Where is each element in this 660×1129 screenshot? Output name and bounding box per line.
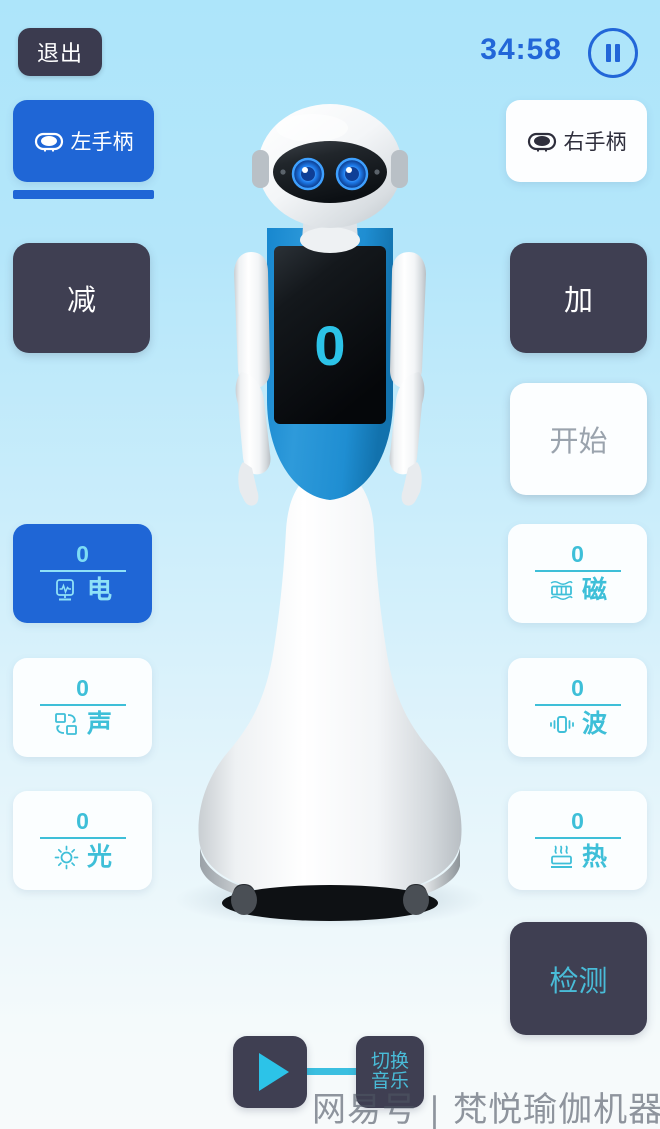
sensor-value: 0 <box>76 808 89 834</box>
watermark: 网易号 | 梵悦瑜伽机器人 <box>312 1090 660 1129</box>
play-button[interactable] <box>233 1036 307 1108</box>
play-icon <box>259 1053 289 1091</box>
sensor-card-heat[interactable]: 0 热 <box>508 791 647 890</box>
magnet-icon <box>550 581 573 600</box>
sensor-row: 热 <box>534 837 621 871</box>
sensor-card-light[interactable]: 0 光 <box>13 791 152 890</box>
sensor-label: 波 <box>581 710 607 738</box>
decrease-button-label: 减 <box>66 285 96 317</box>
sensor-row: 磁 <box>534 570 621 604</box>
gamepad-icon <box>527 132 556 152</box>
switch-music-label-line1: 切换 <box>370 1051 409 1073</box>
sensor-value: 0 <box>571 675 584 701</box>
pause-icon <box>606 44 611 62</box>
sound-icon <box>55 713 77 735</box>
sensor-card-magnetic[interactable]: 0 磁 <box>508 524 647 623</box>
left-handle-active-indicator <box>13 190 154 199</box>
start-button[interactable]: 开始 <box>510 383 647 495</box>
robot-chest-value: 0 <box>314 314 345 377</box>
increase-button[interactable]: 加 <box>510 243 647 353</box>
session-timer: 34:58 <box>480 33 562 66</box>
sensor-label: 声 <box>86 710 112 738</box>
start-button-label: 开始 <box>549 426 608 458</box>
pause-icon <box>615 44 620 62</box>
sensor-row: 电 <box>39 570 126 604</box>
sensor-value: 0 <box>571 541 584 567</box>
sun-icon <box>54 845 79 870</box>
sensor-row: 波 <box>534 704 621 738</box>
exit-button[interactable]: 退出 <box>18 28 102 76</box>
sensor-label: 热 <box>581 843 607 871</box>
right-handle-label: 右手柄 <box>563 131 627 154</box>
sensor-value: 0 <box>76 675 89 701</box>
pause-button[interactable] <box>588 28 638 78</box>
sensor-label: 磁 <box>581 576 607 604</box>
detect-button-label: 检测 <box>549 965 608 998</box>
vibration-wave-icon <box>550 716 574 733</box>
sensor-row: 光 <box>39 837 126 871</box>
exit-button-label: 退出 <box>36 41 83 66</box>
heat-steam-icon <box>550 845 572 868</box>
left-handle-tab[interactable]: 左手柄 <box>13 100 154 182</box>
sensor-value: 0 <box>76 541 89 567</box>
sensor-value: 0 <box>571 808 584 834</box>
left-handle-label: 左手柄 <box>70 131 134 154</box>
right-handle-tab[interactable]: 右手柄 <box>506 100 647 182</box>
sensor-card-electric[interactable]: 0 电 <box>13 524 152 623</box>
sensor-label: 电 <box>86 576 112 604</box>
sensor-card-wave[interactable]: 0 波 <box>508 658 647 757</box>
increase-button-label: 加 <box>563 285 593 317</box>
sensor-label: 光 <box>86 843 112 871</box>
sensor-row: 声 <box>39 704 126 738</box>
ecg-monitor-icon <box>56 579 74 601</box>
detect-button[interactable]: 检测 <box>510 922 647 1035</box>
gamepad-icon <box>34 132 63 152</box>
decrease-button[interactable]: 减 <box>13 243 150 353</box>
sensor-card-sound[interactable]: 0 声 <box>13 658 152 757</box>
